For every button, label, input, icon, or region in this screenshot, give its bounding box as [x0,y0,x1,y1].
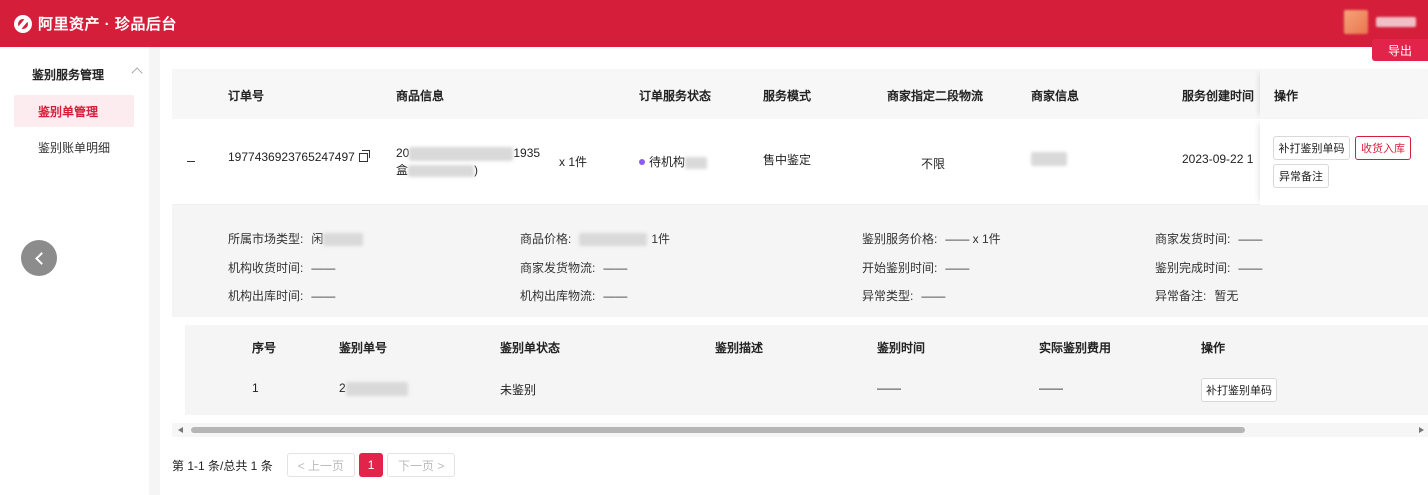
main-content: 导出 订单号 商品信息 订单服务状态 服务模式 商家指定二段物流 商家信息 服务… [160,39,1428,495]
appraisal-time: —— [877,381,901,395]
sub-row-index: 1 [252,381,259,395]
column-header: 鉴别单状态 [500,341,561,355]
column-header: 实际鉴别费用 [1039,341,1112,355]
scrollbar-thumb[interactable] [191,427,1245,433]
scroll-left-icon[interactable] [178,427,183,433]
sidebar-divider [149,47,160,495]
sidebar-item-appraisal-orders[interactable]: 鉴别单管理 [14,95,134,127]
user-name-redacted [1376,17,1416,27]
order-status: 待机构 [639,153,708,170]
order-number: 1977436923765247497 [228,150,370,164]
column-header: 商品信息 [396,89,445,103]
sidebar-item-appraisal-bills[interactable]: 鉴别账单明细 [14,131,134,163]
column-header: 操作 [1274,89,1299,103]
redacted-text [409,146,514,161]
sidebar-item-label: 鉴别单管理 [38,104,99,119]
redacted-text [1031,151,1067,166]
table-row: 1 2 未鉴别 —— —— 补打鉴别单码 [185,366,1428,415]
detail-agency-out-time: 机构出库时间: —— [228,289,336,303]
redacted-text [579,233,648,247]
page-number-current[interactable]: 1 [359,453,384,477]
user-menu[interactable] [1344,10,1416,34]
export-button[interactable]: 导出 [1372,39,1428,61]
app-title: 阿里资产 · 珍品后台 [38,16,177,33]
detail-agency-receive-time: 机构收货时间: —— [228,261,336,275]
column-header: 商家信息 [1031,89,1080,103]
avatar [1344,10,1368,34]
horizontal-scrollbar[interactable] [172,423,1428,437]
collapse-row-icon[interactable] [187,161,195,162]
product-quantity: x 1件 [559,155,588,169]
operation-column-header: 操作 [1260,69,1428,119]
logistics-assignment: 不限 [921,157,946,171]
status-dot-icon [639,159,645,165]
exception-note-button[interactable]: 异常备注 [1273,164,1329,188]
column-header: 鉴别时间 [877,341,926,355]
app-logo[interactable]: 阿里资产 · 珍品后台 [14,13,177,34]
prev-page-button[interactable]: < 上一页 [286,453,356,477]
sidebar: 鉴别服务管理 鉴别单管理 鉴别账单明细 [0,47,149,495]
detail-finish-time: 鉴别完成时间: —— [1155,261,1263,275]
pagination: 第 1-1 条/总共 1 条 < 上一页 1 下一页 > [172,453,459,477]
reprint-code-button[interactable]: 补打鉴别单码 [1273,136,1350,160]
detail-market-type: 所属市场类型: 闲 [228,230,364,247]
receive-stock-button[interactable]: 收货入库 [1355,136,1411,160]
column-header: 序号 [252,341,277,355]
sidebar-item-label: 鉴别账单明细 [38,140,111,155]
order-detail-panel: 所属市场类型: 闲 商品价格: 1件 鉴别服务价格: —— x 1件 商家发货时间: —… [172,205,1428,317]
column-header: 服务模式 [763,89,812,103]
redacted-text [345,381,408,396]
detail-service-price: 鉴别服务价格: —— x 1件 [862,232,1001,246]
appraisal-status: 未鉴别 [500,383,537,397]
next-page-button[interactable]: 下一页 > [387,453,456,477]
chevron-left-icon [34,251,48,265]
column-header: 鉴别单号 [339,341,388,355]
appraisal-fee: —— [1039,381,1063,395]
column-header: 订单号 [228,89,265,103]
detail-merchant-ship-time: 商家发货时间: —— [1155,232,1263,246]
detail-exception-type: 异常类型: —— [862,289,946,303]
redacted-text [685,156,708,169]
table-row: 1977436923765247497 20 1935 盒) x 1件 待机构 售… [172,119,1428,205]
brand-logo-icon [14,14,32,33]
sub-reprint-code-button[interactable]: 补打鉴别单码 [1201,378,1277,402]
collapse-sidebar-button[interactable] [21,240,57,276]
product-info-line2: 盒) [396,163,479,177]
operation-cell: 补打鉴别单码 收货入库 异常备注 [1260,119,1428,205]
sidebar-group-label: 鉴别服务管理 [32,67,105,82]
scroll-right-icon[interactable] [1419,427,1424,433]
appraisal-code: 2 [339,381,408,396]
copy-icon[interactable] [358,150,370,162]
sidebar-group-appraisal-service[interactable]: 鉴别服务管理 [0,61,149,87]
created-time: 2023-09-22 1 [1182,152,1254,166]
sub-table-header: 序号 鉴别单号 鉴别单状态 鉴别描述 鉴别时间 实际鉴别费用 操作 [185,325,1428,366]
column-header: 订单服务状态 [639,89,712,103]
detail-start-time: 开始鉴别时间: —— [862,261,970,275]
detail-price: 商品价格: 1件 [520,232,671,247]
redacted-text [323,233,364,247]
column-header: 商家指定二段物流 [887,89,984,103]
column-header: 操作 [1201,341,1226,355]
column-header: 服务创建时间 [1182,89,1255,103]
chevron-up-icon [131,67,143,79]
service-mode: 售中鉴定 [763,153,812,167]
detail-exception-note: 异常备注: 暂无 [1155,289,1239,303]
product-info-line1: 20 1935 [396,146,541,161]
redacted-text [408,164,475,177]
column-header: 鉴别描述 [715,341,764,355]
order-table-header: 订单号 商品信息 订单服务状态 服务模式 商家指定二段物流 商家信息 服务创建时… [172,69,1428,119]
detail-agency-out-logistics: 机构出库物流: —— [520,289,628,303]
detail-merchant-logistics: 商家发货物流: —— [520,261,628,275]
top-header: 阿里资产 · 珍品后台 [0,0,1428,47]
appraisal-sub-table: 序号 鉴别单号 鉴别单状态 鉴别描述 鉴别时间 实际鉴别费用 操作 1 2 未鉴… [185,325,1428,415]
pagination-summary: 第 1-1 条/总共 1 条 [172,458,273,473]
merchant-info [1031,151,1067,166]
